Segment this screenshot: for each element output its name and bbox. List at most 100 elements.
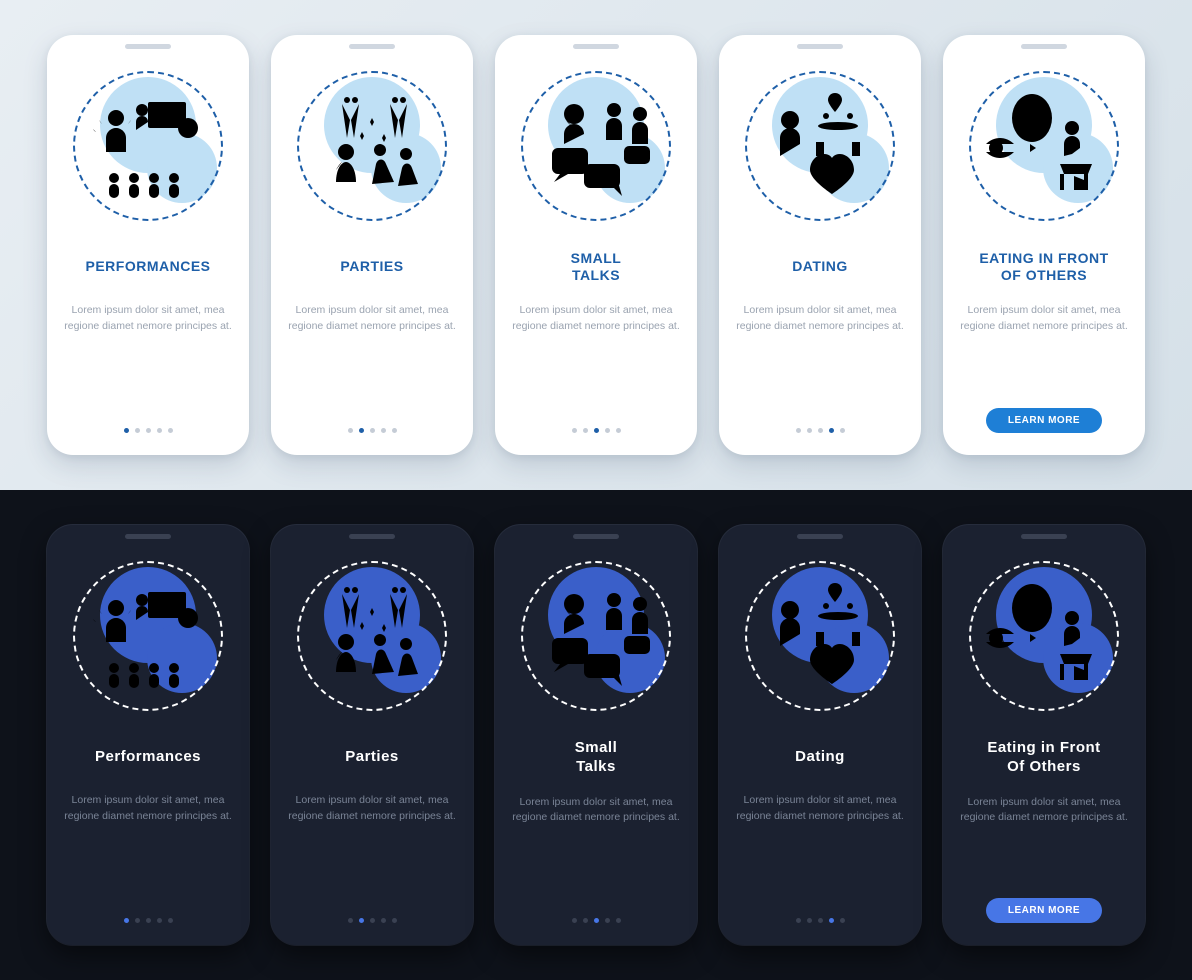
- phone-notch: [1021, 44, 1067, 49]
- page-dot[interactable]: [381, 918, 386, 923]
- onboarding-screen-4: EATING IN FRONT OF OTHERS Lorem ipsum dol…: [943, 35, 1145, 455]
- page-dot[interactable]: [157, 918, 162, 923]
- page-dots: [796, 428, 845, 433]
- onboarding-screen-4: Eating in Front Of Others Lorem ipsum dol…: [943, 525, 1145, 945]
- parties-icon: [297, 71, 447, 221]
- phone-notch: [125, 44, 171, 49]
- phone-notch: [349, 44, 395, 49]
- screen-description: Lorem ipsum dolor sit amet, mea regione …: [63, 793, 233, 825]
- screen-description: Lorem ipsum dolor sit amet, mea regione …: [735, 303, 905, 335]
- performances-icon: [73, 71, 223, 221]
- onboarding-row-dark: Performances Lorem ipsum dolor sit amet, …: [0, 490, 1192, 980]
- screen-description: Lorem ipsum dolor sit amet, mea regione …: [287, 303, 457, 335]
- page-dot[interactable]: [616, 918, 621, 923]
- screen-title: DATING: [792, 249, 848, 285]
- onboarding-screen-1: PARTIES Lorem ipsum dolor sit amet, mea r…: [271, 35, 473, 455]
- onboarding-screen-2: SMALL TALKS Lorem ipsum dolor sit amet, m…: [495, 35, 697, 455]
- learn-more-button[interactable]: LEARN MORE: [986, 898, 1102, 923]
- eating-icon: [969, 71, 1119, 221]
- page-dot[interactable]: [583, 428, 588, 433]
- page-dot[interactable]: [370, 428, 375, 433]
- page-dot[interactable]: [840, 428, 845, 433]
- screen-description: Lorem ipsum dolor sit amet, mea regione …: [511, 303, 681, 335]
- parties-icon: [297, 561, 447, 711]
- page-dot[interactable]: [605, 428, 610, 433]
- screen-title: SMALL TALKS: [571, 249, 622, 285]
- page-dots: [572, 918, 621, 923]
- phone-notch: [1021, 534, 1067, 539]
- page-dots: [796, 918, 845, 923]
- screen-description: Lorem ipsum dolor sit amet, mea regione …: [287, 793, 457, 825]
- page-dot[interactable]: [594, 428, 599, 433]
- page-dot[interactable]: [572, 918, 577, 923]
- page-dot[interactable]: [594, 918, 599, 923]
- page-dot[interactable]: [583, 918, 588, 923]
- page-dot[interactable]: [605, 918, 610, 923]
- page-dots: [348, 918, 397, 923]
- onboarding-screen-0: PERFORMANCES Lorem ipsum dolor sit amet, …: [47, 35, 249, 455]
- page-dot[interactable]: [829, 428, 834, 433]
- page-dot[interactable]: [807, 918, 812, 923]
- onboarding-screen-0: Performances Lorem ipsum dolor sit amet, …: [47, 525, 249, 945]
- page-dot[interactable]: [348, 918, 353, 923]
- page-dots: [124, 918, 173, 923]
- page-dots: [572, 428, 621, 433]
- page-dot[interactable]: [818, 918, 823, 923]
- screen-title: EATING IN FRONT OF OTHERS: [979, 249, 1108, 285]
- screen-title: Parties: [345, 739, 399, 775]
- page-dot[interactable]: [370, 918, 375, 923]
- screen-title: Performances: [95, 739, 201, 775]
- onboarding-screen-3: DATING Lorem ipsum dolor sit amet, mea re…: [719, 35, 921, 455]
- page-dot[interactable]: [796, 428, 801, 433]
- onboarding-screen-2: Small Talks Lorem ipsum dolor sit amet, m…: [495, 525, 697, 945]
- page-dot[interactable]: [392, 918, 397, 923]
- onboarding-screen-1: Parties Lorem ipsum dolor sit amet, mea r…: [271, 525, 473, 945]
- screen-description: Lorem ipsum dolor sit amet, mea regione …: [959, 303, 1129, 335]
- phone-notch: [797, 534, 843, 539]
- small-talks-icon: [521, 71, 671, 221]
- page-dot[interactable]: [840, 918, 845, 923]
- page-dots: [348, 428, 397, 433]
- page-dot[interactable]: [124, 428, 129, 433]
- screen-title: Small Talks: [575, 739, 618, 777]
- small-talks-icon: [521, 561, 671, 711]
- phone-notch: [573, 44, 619, 49]
- page-dot[interactable]: [359, 918, 364, 923]
- page-dot[interactable]: [616, 428, 621, 433]
- dating-icon: [745, 561, 895, 711]
- screen-title: PERFORMANCES: [85, 249, 210, 285]
- onboarding-screen-3: Dating Lorem ipsum dolor sit amet, mea re…: [719, 525, 921, 945]
- screen-title: Eating in Front Of Others: [987, 739, 1100, 777]
- screen-title: PARTIES: [340, 249, 403, 285]
- page-dot[interactable]: [381, 428, 386, 433]
- page-dot[interactable]: [348, 428, 353, 433]
- onboarding-row-light: PERFORMANCES Lorem ipsum dolor sit amet, …: [0, 0, 1192, 490]
- page-dot[interactable]: [146, 428, 151, 433]
- page-dots: [124, 428, 173, 433]
- learn-more-button[interactable]: LEARN MORE: [986, 408, 1102, 433]
- page-dot[interactable]: [168, 918, 173, 923]
- page-dot[interactable]: [807, 428, 812, 433]
- page-dot[interactable]: [359, 428, 364, 433]
- page-dot[interactable]: [157, 428, 162, 433]
- screen-description: Lorem ipsum dolor sit amet, mea regione …: [511, 795, 681, 827]
- screen-description: Lorem ipsum dolor sit amet, mea regione …: [63, 303, 233, 335]
- screen-description: Lorem ipsum dolor sit amet, mea regione …: [959, 795, 1129, 827]
- phone-notch: [125, 534, 171, 539]
- page-dot[interactable]: [829, 918, 834, 923]
- page-dot[interactable]: [392, 428, 397, 433]
- phone-notch: [797, 44, 843, 49]
- phone-notch: [573, 534, 619, 539]
- page-dot[interactable]: [135, 428, 140, 433]
- page-dot[interactable]: [796, 918, 801, 923]
- page-dot[interactable]: [124, 918, 129, 923]
- dating-icon: [745, 71, 895, 221]
- performances-icon: [73, 561, 223, 711]
- screen-title: Dating: [795, 739, 845, 775]
- screen-description: Lorem ipsum dolor sit amet, mea regione …: [735, 793, 905, 825]
- page-dot[interactable]: [135, 918, 140, 923]
- page-dot[interactable]: [146, 918, 151, 923]
- page-dot[interactable]: [818, 428, 823, 433]
- page-dot[interactable]: [168, 428, 173, 433]
- page-dot[interactable]: [572, 428, 577, 433]
